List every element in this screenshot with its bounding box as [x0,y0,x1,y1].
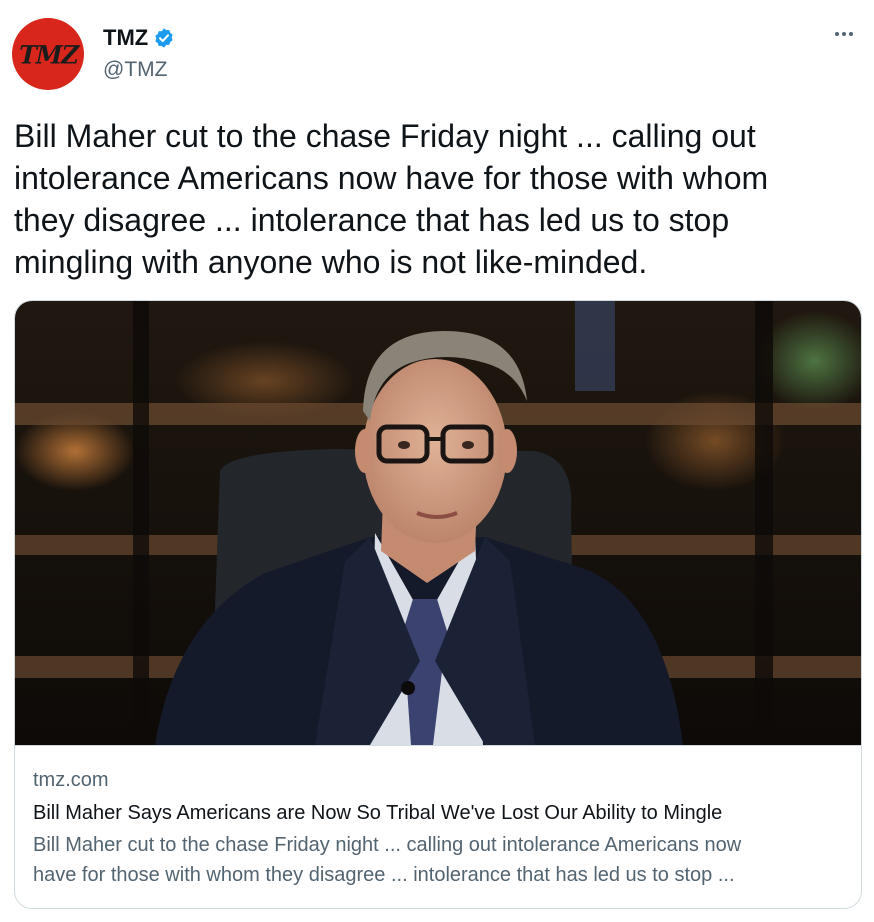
tweet: TMZ TMZ @TMZ Bill Maher cut to the chase… [0,0,874,922]
card-domain: tmz.com [33,769,109,791]
verified-badge-icon [153,27,175,49]
author-display-name[interactable]: TMZ [103,25,148,51]
link-preview-card[interactable]: tmz.com Bill Maher Says Americans are No… [14,300,862,909]
more-options-button[interactable] [828,22,860,46]
card-description: Bill Maher cut to the chase Friday night… [33,834,742,886]
card-image-illustration [15,301,861,745]
more-dot [842,32,846,36]
avatar-logo-text: TMZ [15,38,81,70]
avatar[interactable]: TMZ [12,18,84,90]
card-title: Bill Maher Says Americans are Now So Tri… [33,802,723,824]
tweet-text: Bill Maher cut to the chase Friday night… [14,118,769,280]
card-details[interactable]: tmz.com Bill Maher Says Americans are No… [15,745,861,908]
author-handle[interactable]: @TMZ [103,58,167,82]
more-dot [849,32,853,36]
author-name-row[interactable]: TMZ [103,25,175,51]
more-horizontal-icon [835,32,839,36]
card-image[interactable] [15,301,861,745]
